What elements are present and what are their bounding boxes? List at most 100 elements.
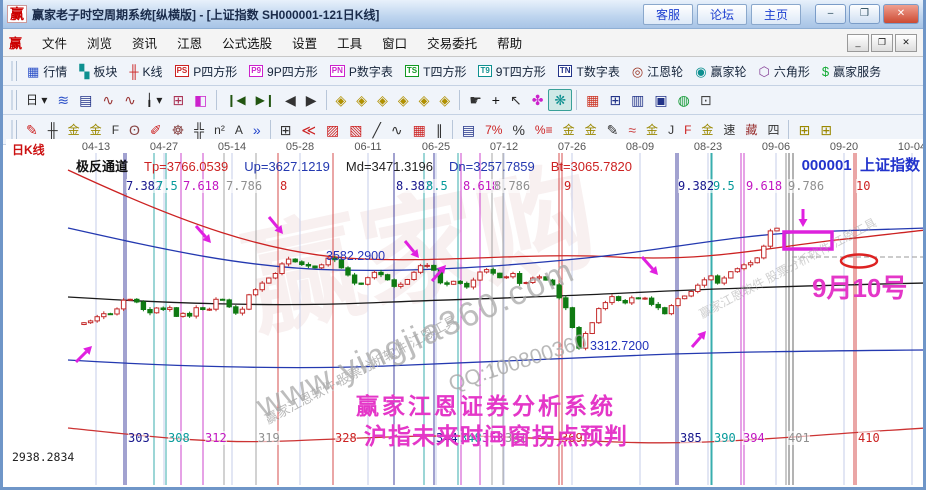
- menu-item-8[interactable]: 窗口: [372, 30, 417, 55]
- time-ruler-icon[interactable]: ╫: [43, 120, 63, 140]
- menu-item-6[interactable]: 设置: [282, 30, 327, 55]
- yellow-grid-2-icon[interactable]: ⊞: [815, 120, 837, 140]
- color-chart-icon[interactable]: ◧: [189, 90, 212, 110]
- hand-tool-icon[interactable]: ☛: [464, 90, 487, 110]
- minimize-button[interactable]: –: [815, 4, 846, 24]
- chart-9-icon[interactable]: ∿: [119, 90, 141, 110]
- toolbar-button-sectors[interactable]: ▚板块: [73, 61, 123, 82]
- prev-icon[interactable]: ◀: [280, 90, 301, 110]
- toolbar-button-9t-square[interactable]: T99T四方形: [472, 61, 551, 82]
- trend-line-icon[interactable]: ╱: [367, 120, 385, 140]
- calendar-icon[interactable]: ▦: [581, 90, 604, 110]
- n-square-icon[interactable]: n²: [209, 120, 230, 140]
- wheel-small-icon[interactable]: ☸: [167, 120, 190, 140]
- note-icon[interactable]: ▤: [74, 90, 97, 110]
- band-tool-icon[interactable]: ✤: [527, 90, 549, 110]
- parallel-lines-icon[interactable]: ∥: [431, 120, 448, 140]
- mdi-minimize-button[interactable]: _: [847, 34, 869, 52]
- chart-pane[interactable]: 赢家购 www.yingjia360.com QQ:100800360 赢家江恩…: [6, 139, 926, 487]
- quick-button-2[interactable]: 论坛: [697, 4, 747, 25]
- f-grid-icon[interactable]: F: [107, 120, 124, 140]
- toolbar-button-quotes[interactable]: ▦行情: [21, 61, 73, 82]
- gann-grid-icon[interactable]: ▧: [344, 120, 367, 140]
- wave-icon[interactable]: ≋: [52, 90, 74, 110]
- red-grid-icon[interactable]: ▦: [408, 120, 431, 140]
- four-line-icon[interactable]: 四: [762, 120, 784, 140]
- toolbar-button-gann-wheel[interactable]: ◎江恩轮: [626, 61, 689, 82]
- zoom-left-icon[interactable]: ◈: [331, 90, 352, 110]
- speed-line-icon[interactable]: 速: [718, 120, 740, 140]
- gold-angle2-icon[interactable]: 金: [696, 120, 718, 140]
- pen-tool-icon[interactable]: ✎: [21, 120, 43, 140]
- menu-item-2[interactable]: 浏览: [77, 30, 122, 55]
- menu-item-10[interactable]: 帮助: [487, 30, 532, 55]
- menu-item-3[interactable]: 资讯: [122, 30, 167, 55]
- gold-line-icon[interactable]: 金: [580, 120, 602, 140]
- percent7-icon[interactable]: 7%: [480, 120, 507, 140]
- grid-lines-icon[interactable]: ╬: [189, 120, 209, 140]
- percent-lines-icon[interactable]: %≡: [530, 120, 558, 140]
- calculator-icon[interactable]: ⊞: [604, 90, 626, 110]
- toolbar-button-kline[interactable]: ╫K线: [123, 61, 168, 82]
- crosshair-icon[interactable]: +: [487, 90, 505, 110]
- export-icon[interactable]: ◍: [673, 90, 695, 110]
- close-button[interactable]: ✕: [883, 4, 919, 24]
- pointer-tool-icon[interactable]: ↖: [505, 90, 527, 110]
- mdi-restore-button[interactable]: ❐: [871, 34, 893, 52]
- expand-all-icon[interactable]: ◈: [414, 90, 435, 110]
- mark-pen-icon[interactable]: ✎: [602, 120, 624, 140]
- mdi-close-button[interactable]: ✕: [895, 34, 917, 52]
- yellow-grid-1-icon[interactable]: ⊞: [793, 120, 815, 140]
- menu-item-9[interactable]: 交易委托: [417, 30, 487, 55]
- spiral-icon[interactable]: ʘ: [124, 120, 145, 140]
- smart-tool-icon[interactable]: ❋: [548, 89, 572, 111]
- candle-style-dropdown[interactable]: ╽ ▾: [141, 90, 168, 110]
- menu-item-7[interactable]: 工具: [327, 30, 372, 55]
- zoom-right-icon[interactable]: ◈: [351, 90, 372, 110]
- mdi-controls: _ ❐ ✕: [847, 34, 917, 52]
- toolbar-button-9p-square[interactable]: P99P四方形: [243, 61, 323, 82]
- angle-a-icon[interactable]: A: [230, 120, 248, 140]
- quick-button-3[interactable]: 主页: [751, 4, 801, 25]
- zigzag-icon[interactable]: ∿: [386, 120, 408, 140]
- hidden-line-icon[interactable]: 藏: [740, 120, 762, 140]
- wave-tool-icon[interactable]: ≈: [623, 120, 641, 140]
- gold-grid-2-icon[interactable]: 金: [85, 120, 107, 140]
- menu-item-4[interactable]: 江恩: [167, 30, 212, 55]
- expand-h-icon[interactable]: ◈: [372, 90, 393, 110]
- compress-all-icon[interactable]: ◈: [434, 90, 455, 110]
- last-page-icon[interactable]: ▶❙: [251, 90, 280, 110]
- gold-angle-icon[interactable]: 金: [641, 120, 663, 140]
- menu-item-1[interactable]: 文件: [32, 30, 77, 55]
- pattern-icon[interactable]: ⊞: [167, 90, 189, 110]
- menu-item-5[interactable]: 公式选股: [212, 30, 282, 55]
- box-grid-icon[interactable]: ⊞: [275, 120, 297, 140]
- toolbar-button-winner-service[interactable]: $赢家服务: [816, 61, 887, 82]
- compress-h-icon[interactable]: ◈: [393, 90, 414, 110]
- fan-lines-icon[interactable]: ≪: [296, 120, 321, 140]
- gold-grid-1-icon[interactable]: 金: [63, 120, 85, 140]
- toolbar-button-p-square[interactable]: PSP四方形: [169, 61, 244, 82]
- toolbar-button-winner-wheel[interactable]: ◉赢家轮: [689, 61, 752, 82]
- toolbar-button-t-number-table[interactable]: TNT数字表: [552, 61, 626, 82]
- toolbar-button-p-number-table[interactable]: PNP数字表: [324, 61, 399, 82]
- pen-chart-icon[interactable]: ✐: [145, 120, 167, 140]
- first-page-icon[interactable]: ❙◀: [221, 90, 250, 110]
- gold-circle-icon[interactable]: 金: [558, 120, 580, 140]
- period-day-dropdown[interactable]: 日 ▾: [21, 90, 52, 110]
- restore-button[interactable]: ❐: [849, 4, 880, 24]
- save-icon[interactable]: ▣: [649, 90, 672, 110]
- gann-box-icon[interactable]: ▨: [321, 120, 344, 140]
- next-icon[interactable]: ▶: [301, 90, 322, 110]
- more-tools-icon[interactable]: »: [248, 120, 266, 140]
- toolbar-button-t-square[interactable]: TST四方形: [399, 61, 473, 82]
- quick-button-1[interactable]: 客服: [643, 4, 693, 25]
- levels-icon[interactable]: ▤: [457, 120, 480, 140]
- toolbar-button-hexagon[interactable]: ⬡六角形: [753, 61, 816, 82]
- chart-3-icon[interactable]: ∿: [97, 90, 119, 110]
- percent-icon[interactable]: %: [507, 120, 529, 140]
- j-angle-icon[interactable]: J: [663, 120, 679, 140]
- f-angle-icon[interactable]: F: [679, 120, 696, 140]
- notepad-icon[interactable]: ▥: [626, 90, 649, 110]
- print-icon[interactable]: ⊡: [695, 90, 717, 110]
